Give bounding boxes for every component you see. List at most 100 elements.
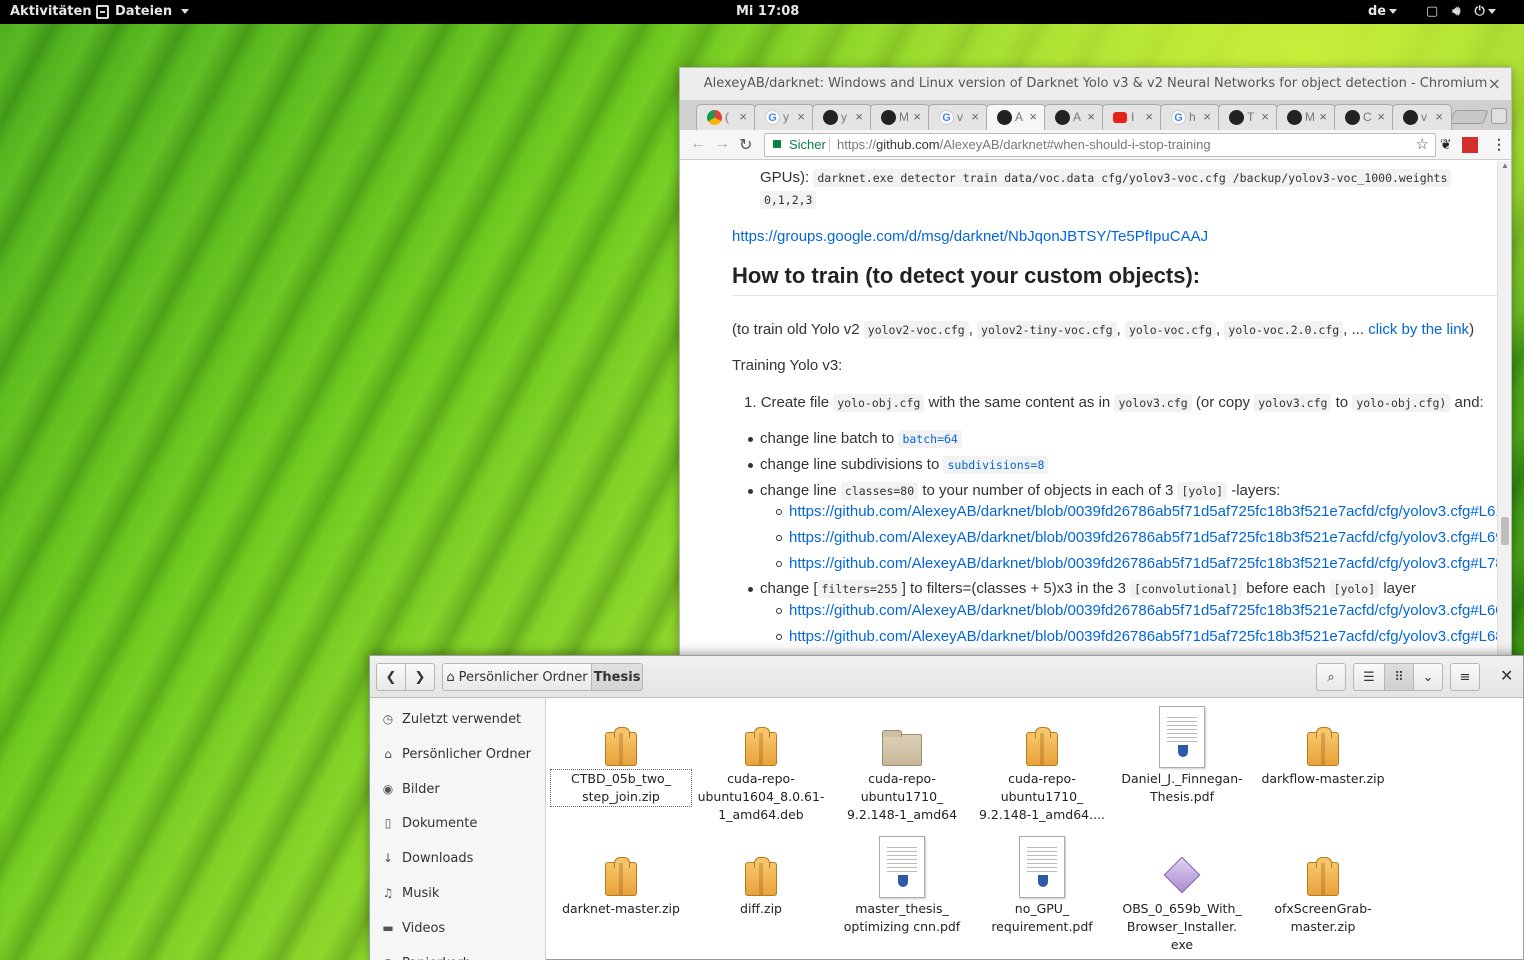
google-icon: G bbox=[1171, 110, 1186, 125]
sidebar-item[interactable]: ▮ Papierkorb bbox=[370, 950, 546, 960]
browser-tab[interactable]: Gy × bbox=[754, 104, 814, 130]
sidebar-item[interactable]: ⌂ Persönlicher Ordner bbox=[370, 741, 546, 769]
file-item[interactable]: cuda-repo- ubuntu1710_ 9.2.148-1_amd64 bbox=[832, 698, 972, 828]
reload-icon[interactable]: ↻ bbox=[739, 135, 752, 155]
sidebar-item[interactable]: ▯ Dokumente bbox=[370, 810, 546, 838]
new-tab-button[interactable] bbox=[1449, 110, 1489, 124]
tab-close-icon[interactable]: × bbox=[739, 109, 747, 124]
emblem-icon bbox=[1038, 875, 1048, 887]
browser-tab[interactable]: M × bbox=[1276, 104, 1336, 130]
address-bar[interactable]: Sicher https://github.com/AlexeyAB/darkn… bbox=[764, 133, 1436, 157]
file-item[interactable]: darkflow-master.zip bbox=[1253, 698, 1393, 828]
sub-bullet bbox=[776, 634, 782, 640]
tab-close-icon[interactable]: × bbox=[1087, 109, 1095, 124]
close-icon[interactable]: × bbox=[1488, 68, 1501, 100]
bullet bbox=[748, 489, 753, 494]
file-name: CTBD_05b_two_ step_join.zip bbox=[550, 769, 692, 807]
back-arrow-icon[interactable]: ← bbox=[690, 135, 706, 153]
scrollbar-thumb[interactable] bbox=[1501, 517, 1509, 545]
bullet bbox=[748, 437, 753, 442]
cfg-link[interactable]: https://github.com/AlexeyAB/darknet/blob… bbox=[789, 602, 1498, 619]
file-item[interactable]: cuda-repo- ubuntu1604_8.0.61- 1_amd64.de… bbox=[691, 698, 831, 828]
search-button[interactable]: ⌕ bbox=[1316, 663, 1346, 691]
tab-close-icon[interactable]: × bbox=[1377, 109, 1385, 124]
grid-view-button[interactable]: ⠿ bbox=[1384, 663, 1414, 691]
menu-button[interactable]: ≡ bbox=[1450, 663, 1480, 691]
browser-tab[interactable]: C × bbox=[1334, 104, 1394, 130]
camera-icon: ◉ bbox=[382, 781, 394, 796]
cfg-link[interactable]: https://github.com/AlexeyAB/darknet/blob… bbox=[789, 555, 1498, 572]
system-menu[interactable]: ▢ 🔊︎ ⏻ bbox=[1426, 4, 1496, 19]
tab-close-icon[interactable]: × bbox=[855, 109, 863, 124]
tab-strip: (× Gy × y × M × Gv × A × A × I × Gh × T × M × C × v × bbox=[680, 100, 1511, 130]
file-item[interactable]: diff.zip bbox=[691, 828, 831, 958]
sidebar-item[interactable]: ♫ Musik bbox=[370, 880, 546, 908]
archive-icon bbox=[745, 857, 777, 896]
app-menu[interactable]: Dateien bbox=[96, 4, 190, 19]
file-item[interactable]: OBS_0_659b_With_ Browser_Installer. exe bbox=[1112, 828, 1252, 958]
tab-close-icon[interactable]: × bbox=[1029, 109, 1037, 124]
sidebar-item[interactable]: ◷ Zuletzt verwendet bbox=[370, 706, 546, 734]
scroll-up-icon[interactable]: ▲ bbox=[1501, 161, 1509, 170]
tab-close-icon[interactable]: × bbox=[1435, 109, 1443, 124]
groups-link[interactable]: https://groups.google.com/d/msg/darknet/… bbox=[732, 228, 1208, 245]
forward-button[interactable]: ❯ bbox=[405, 663, 435, 691]
browser-tab[interactable]: A × bbox=[1044, 104, 1104, 130]
window-title: AlexeyAB/darknet: Windows and Linux vers… bbox=[703, 76, 1488, 91]
browser-tab[interactable]: v × bbox=[1392, 104, 1452, 130]
close-icon[interactable]: ✕ bbox=[1500, 666, 1513, 685]
sidebar-item[interactable]: ↓ Downloads bbox=[370, 845, 546, 873]
tab-close-icon[interactable]: × bbox=[971, 109, 979, 124]
tab-close-icon[interactable]: × bbox=[1145, 109, 1153, 124]
file-item[interactable]: master_thesis_ optimizing cnn.pdf bbox=[832, 828, 972, 958]
browser-tab[interactable]: I × bbox=[1102, 104, 1162, 130]
breadcrumb-current[interactable]: Thesis bbox=[591, 663, 643, 691]
tab-close-icon[interactable]: × bbox=[797, 109, 805, 124]
menu-dots-icon[interactable]: ⋮ bbox=[1492, 136, 1506, 153]
page-scrollbar[interactable]: ▲ bbox=[1497, 161, 1511, 668]
file-item[interactable]: Daniel_J._Finnegan- Thesis.pdf bbox=[1112, 698, 1252, 828]
search-icon: ⌕ bbox=[1327, 669, 1335, 685]
file-item[interactable]: ofxScreenGrab- master.zip bbox=[1253, 828, 1393, 958]
extension-icon[interactable]: ❦ bbox=[1440, 136, 1452, 153]
profile-button[interactable] bbox=[1491, 108, 1507, 124]
training-label: Training Yolo v3: bbox=[732, 357, 843, 374]
forward-arrow-icon[interactable]: → bbox=[714, 135, 730, 153]
bookmark-star-icon[interactable]: ☆ bbox=[1416, 134, 1429, 156]
file-item[interactable]: darknet-master.zip bbox=[551, 828, 691, 958]
extension-red-icon[interactable] bbox=[1462, 137, 1478, 153]
sidebar-item[interactable]: ◉ Bilder bbox=[370, 776, 546, 804]
file-item[interactable]: cuda-repo- ubuntu1710_ 9.2.148-1_amd64..… bbox=[972, 698, 1112, 828]
file-item[interactable]: no_GPU_ requirement.pdf bbox=[972, 828, 1112, 958]
browser-tab[interactable]: Gv × bbox=[928, 104, 988, 130]
view-options-button[interactable]: ⌄ bbox=[1413, 663, 1443, 691]
sub-bullet bbox=[776, 608, 782, 614]
list-icon: ☰ bbox=[1363, 669, 1375, 685]
browser-tab[interactable]: y × bbox=[812, 104, 872, 130]
tab-close-icon[interactable]: × bbox=[1203, 109, 1211, 124]
sidebar-item[interactable]: ▬ Videos bbox=[370, 915, 546, 943]
language-menu[interactable]: de bbox=[1368, 4, 1398, 19]
tab-close-icon[interactable]: × bbox=[1319, 109, 1327, 124]
click-link[interactable]: click by the link bbox=[1368, 321, 1469, 338]
breadcrumb-home[interactable]: ⌂ Persönlicher Ordner bbox=[442, 663, 592, 691]
chevron-down-icon bbox=[1389, 9, 1398, 14]
browser-tab[interactable]: Gh × bbox=[1160, 104, 1220, 130]
file-item[interactable]: CTBD_05b_two_ step_join.zip bbox=[550, 698, 692, 828]
old-yolo-line: (to train old Yolo v2 yolov2-voc.cfg, yo… bbox=[732, 321, 1475, 339]
cfg-link[interactable]: https://github.com/AlexeyAB/darknet/blob… bbox=[789, 628, 1498, 645]
breadcrumb-home-label: Persönlicher Ordner bbox=[458, 669, 588, 685]
browser-tab[interactable]: (× bbox=[696, 104, 756, 130]
browser-tab[interactable]: A × bbox=[986, 104, 1046, 130]
tab-close-icon[interactable]: × bbox=[1261, 109, 1269, 124]
github-icon bbox=[1055, 110, 1070, 125]
cfg-link[interactable]: https://github.com/AlexeyAB/darknet/blob… bbox=[789, 503, 1498, 520]
back-button[interactable]: ❮ bbox=[376, 663, 406, 691]
browser-tab[interactable]: M × bbox=[870, 104, 930, 130]
tab-close-icon[interactable]: × bbox=[913, 109, 921, 124]
clock[interactable]: Mi 17:08 bbox=[736, 4, 799, 19]
activities-button[interactable]: Aktivitäten bbox=[10, 4, 92, 19]
browser-tab[interactable]: T × bbox=[1218, 104, 1278, 130]
list-view-button[interactable]: ☰ bbox=[1353, 663, 1385, 691]
cfg-link[interactable]: https://github.com/AlexeyAB/darknet/blob… bbox=[789, 529, 1498, 546]
